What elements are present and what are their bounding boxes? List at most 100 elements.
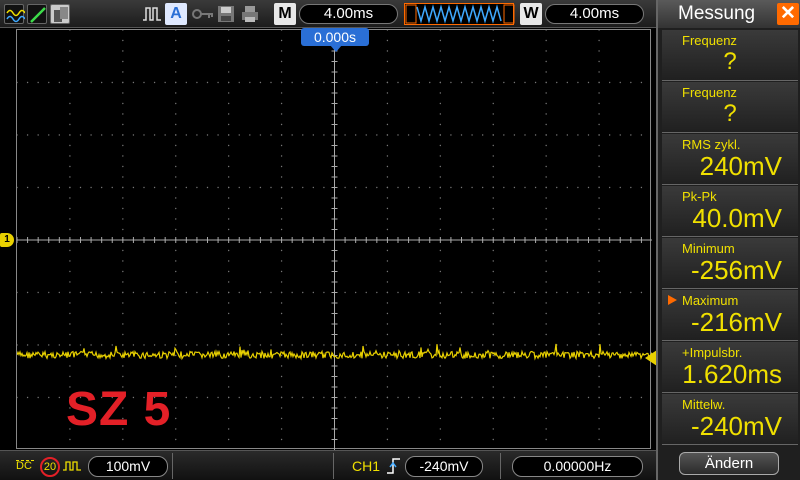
waveform-icon[interactable] bbox=[4, 4, 26, 24]
grid-dot bbox=[545, 113, 547, 115]
grid-dot bbox=[439, 102, 442, 105]
grid-dot bbox=[69, 207, 71, 210]
main-timebase-value[interactable]: 4.00ms bbox=[299, 4, 398, 24]
measurement-6[interactable]: Maximum -216mV bbox=[662, 290, 798, 341]
grid-dot bbox=[312, 291, 315, 294]
measurement-4[interactable]: Pk-Pk 40.0mV bbox=[662, 186, 798, 237]
grid-dot bbox=[513, 396, 516, 399]
grid-dot bbox=[545, 438, 547, 441]
key-icon[interactable] bbox=[192, 4, 213, 24]
grid-dot bbox=[460, 396, 463, 399]
waveform-overview[interactable] bbox=[404, 3, 515, 25]
grid-dot bbox=[630, 81, 632, 84]
grid-dot bbox=[577, 186, 579, 189]
grid-dot bbox=[598, 302, 600, 304]
grid-dot bbox=[545, 155, 547, 157]
trigger-level-value[interactable]: -240mV bbox=[405, 456, 483, 477]
grid-dot bbox=[196, 81, 198, 84]
measurement-3[interactable]: RMS zykl. 240mV bbox=[662, 134, 798, 185]
grid-dot bbox=[598, 270, 600, 273]
grid-dot bbox=[48, 81, 50, 84]
grid-dot bbox=[354, 134, 357, 136]
grid-dot bbox=[69, 155, 71, 157]
grid-dot bbox=[492, 323, 494, 325]
auto-icon[interactable]: A bbox=[165, 3, 187, 25]
grid-dot bbox=[566, 186, 569, 189]
grid-dot bbox=[492, 344, 494, 346]
grid-dot bbox=[545, 81, 547, 84]
grid-dot bbox=[175, 50, 177, 52]
window-timebase-label: W bbox=[520, 3, 542, 25]
pulse-icon[interactable] bbox=[142, 4, 162, 24]
grid-dot bbox=[386, 50, 389, 52]
grid-dot bbox=[386, 81, 389, 84]
measurement-5[interactable]: Minimum -256mV bbox=[662, 238, 798, 289]
grid-dot bbox=[619, 396, 621, 399]
grid-dot bbox=[206, 186, 209, 189]
grid-dot bbox=[132, 186, 135, 189]
grid-dot bbox=[545, 60, 547, 63]
grid-dot bbox=[598, 386, 600, 388]
grid-dot bbox=[439, 386, 442, 388]
grid-dot bbox=[143, 134, 145, 136]
grid-dot bbox=[460, 134, 463, 136]
grid-dot bbox=[386, 396, 389, 399]
grid-dot bbox=[545, 92, 547, 94]
save-icon[interactable] bbox=[216, 4, 236, 24]
persistence-icon[interactable] bbox=[50, 4, 70, 24]
grid-dot bbox=[227, 50, 230, 52]
grid-dot bbox=[492, 197, 494, 199]
grid-dot bbox=[492, 333, 494, 336]
print-icon[interactable] bbox=[240, 4, 260, 24]
grid-dot bbox=[545, 323, 547, 325]
measurement-1[interactable]: Frequenz ? bbox=[662, 30, 798, 81]
grid-dot bbox=[492, 407, 494, 409]
grid-dot bbox=[227, 375, 230, 378]
grid-dot bbox=[259, 134, 262, 136]
grid-dot bbox=[439, 438, 442, 441]
grid-dot bbox=[79, 186, 82, 189]
change-button[interactable]: Ändern bbox=[679, 452, 779, 475]
grid-dot bbox=[534, 396, 537, 399]
grid-dot bbox=[354, 344, 357, 346]
grid-dot bbox=[132, 291, 135, 294]
grid-dot bbox=[524, 81, 526, 84]
grid-dot bbox=[249, 396, 251, 399]
grid-dot bbox=[513, 134, 516, 136]
measurement-7[interactable]: +Impulsbr. 1.620ms bbox=[662, 342, 798, 393]
close-icon[interactable]: ✕ bbox=[777, 3, 799, 25]
grid-dot bbox=[587, 186, 590, 189]
grid-dot bbox=[598, 323, 600, 325]
grid-dot bbox=[492, 207, 494, 210]
measurement-value: -216mV bbox=[690, 307, 782, 337]
grid-dot bbox=[312, 134, 315, 136]
grid-dot bbox=[259, 344, 262, 346]
grid-dot bbox=[175, 312, 177, 315]
grid-dot bbox=[545, 71, 547, 73]
grid-dot bbox=[69, 39, 71, 42]
grid-dot bbox=[598, 186, 600, 189]
measurement-2[interactable]: Frequenz ? bbox=[662, 82, 798, 133]
grid-dot bbox=[196, 396, 198, 399]
grid-dot bbox=[227, 39, 230, 42]
grid-dot bbox=[259, 291, 262, 294]
ch1-scale-value[interactable]: 100mV bbox=[88, 456, 168, 477]
grid-dot bbox=[217, 291, 219, 294]
grid-dot bbox=[354, 81, 357, 84]
measurement-8[interactable]: Mittelw. -240mV bbox=[662, 394, 798, 445]
grid-dot bbox=[90, 81, 92, 84]
grid-dot bbox=[302, 396, 304, 399]
grid-dot bbox=[619, 81, 621, 84]
grid-dot bbox=[577, 344, 579, 346]
grid-dot bbox=[37, 186, 39, 189]
ch1-ground-marker[interactable]: 1 bbox=[0, 233, 14, 247]
grid-dot bbox=[439, 50, 442, 52]
grid-dot bbox=[143, 186, 145, 189]
grid-dot bbox=[471, 344, 473, 346]
grid-dot bbox=[17, 186, 18, 189]
window-timebase-value[interactable]: 4.00ms bbox=[545, 4, 644, 24]
time-offset-marker[interactable]: 0.000s bbox=[301, 28, 369, 46]
grid-dot bbox=[450, 291, 452, 294]
line-draw-icon[interactable] bbox=[27, 4, 47, 24]
grid-dot bbox=[587, 134, 590, 136]
